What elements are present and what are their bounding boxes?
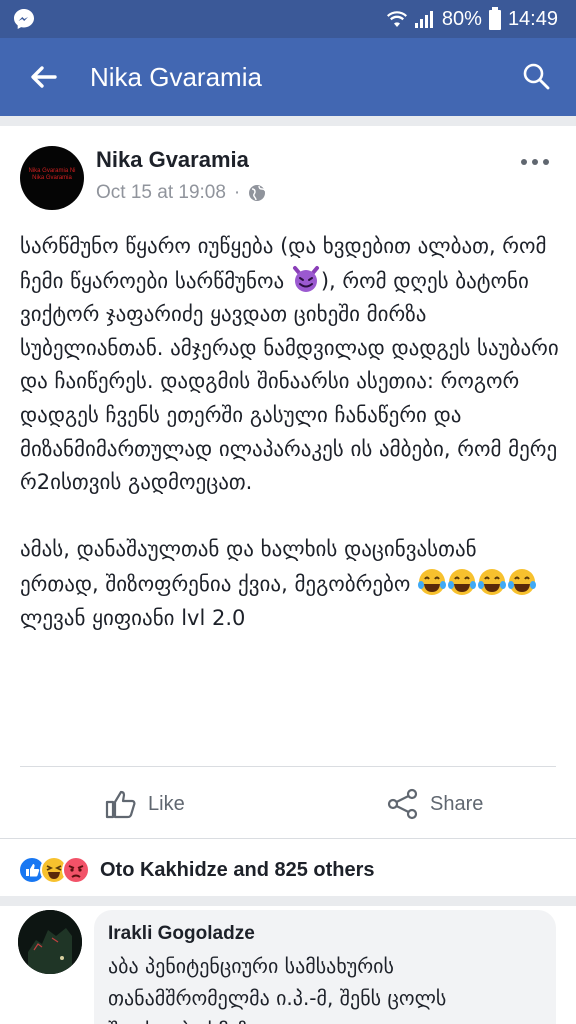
commenter-avatar[interactable] xyxy=(18,910,82,974)
section-separator xyxy=(0,896,576,906)
meta-separator: · xyxy=(233,182,241,203)
post-paragraph: ამას, დანაშაულთან და ხალხის დაცინვასთან … xyxy=(20,533,560,635)
divider xyxy=(20,766,556,767)
commenter-avatar-image xyxy=(18,910,82,974)
angry-reaction-icon xyxy=(62,856,90,884)
status-bar: 80% 14:49 xyxy=(0,0,576,38)
page-title: Nika Gvaramia xyxy=(90,62,262,92)
comment-bubble: Irakli Gogoladze აბა პენიტენციური სამსახ… xyxy=(94,910,556,1024)
post-text-segment: ამას, დანაშაულთან და ხალხის დაცინვასთან … xyxy=(20,537,477,596)
clock: 14:49 xyxy=(507,7,558,30)
post-author[interactable]: Nika Gvaramia xyxy=(96,146,249,174)
post-text-segment: ), რომ დღეს ბატონი ვიქტორ ჯაფარიძე ყავდა… xyxy=(20,268,559,495)
reactions-summary[interactable]: Oto Kakhidze and 825 others xyxy=(18,854,375,886)
tears-of-joy-icon xyxy=(508,568,537,595)
post-text-segment: ლევან ყიფიანი lvl 2.0 xyxy=(20,605,246,630)
comment-author[interactable]: Irakli Gogoladze xyxy=(108,922,542,946)
post-card: Nika Gvaramia Ni Nika Gvaramia Nika Gvar… xyxy=(0,126,576,1024)
like-button[interactable]: Like xyxy=(104,786,185,822)
tears-of-joy-icon xyxy=(478,568,507,595)
share-icon xyxy=(387,788,418,820)
messenger-icon xyxy=(14,9,34,29)
globe-icon xyxy=(249,185,266,201)
tears-of-joy-icon xyxy=(448,568,477,595)
post-meta: Oct 15 at 19:08 · xyxy=(96,180,266,206)
signal-icon xyxy=(414,11,433,28)
divider xyxy=(0,838,576,839)
post-timestamp[interactable]: Oct 15 at 19:08 xyxy=(96,180,226,206)
tears-of-joy-icon xyxy=(418,568,447,595)
more-options-icon[interactable] xyxy=(520,158,550,166)
smiling-imp-icon xyxy=(292,265,319,292)
comment-text: აბა პენიტენციური სამსახურის თანამშრომელმ… xyxy=(108,954,447,1024)
reaction-icons xyxy=(18,856,90,884)
post-body: სარწმუნო წყარო იუწყება (და ხვდებით ალბათ… xyxy=(20,230,560,635)
battery-percent: 80% xyxy=(441,7,482,30)
post-paragraph: სარწმუნო წყარო იუწყება (და ხვდებით ალბათ… xyxy=(20,230,560,500)
share-label: Share xyxy=(430,792,484,815)
share-button[interactable]: Share xyxy=(386,786,483,822)
author-avatar[interactable]: Nika Gvaramia Ni Nika Gvaramia xyxy=(20,146,84,210)
wifi-icon xyxy=(386,11,407,27)
search-icon[interactable] xyxy=(522,62,550,90)
like-label: Like xyxy=(148,792,185,815)
avatar-text: Nika Gvaramia Ni Nika Gvaramia xyxy=(28,168,76,181)
app-bar: Nika Gvaramia xyxy=(0,38,576,116)
status-right: 80% 14:49 xyxy=(386,6,558,32)
reactions-text: Oto Kakhidze and 825 others xyxy=(100,858,375,881)
back-arrow-icon[interactable] xyxy=(28,62,58,92)
battery-icon xyxy=(488,7,501,30)
thumbs-up-icon xyxy=(105,790,136,819)
